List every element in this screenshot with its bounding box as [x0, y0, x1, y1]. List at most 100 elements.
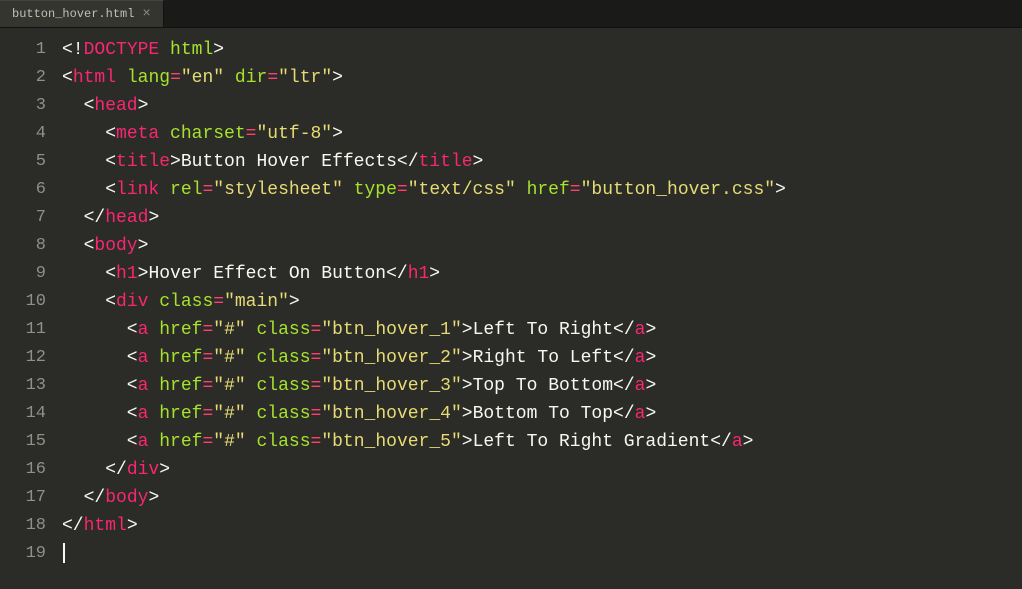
code-line[interactable]: </html> [62, 512, 1022, 540]
code-line[interactable]: </head> [62, 204, 1022, 232]
code-token: "ltr" [278, 68, 332, 88]
code-token: </ [62, 460, 127, 480]
code-token: = [202, 320, 213, 340]
line-number: 10 [0, 288, 56, 316]
code-token: < [62, 236, 94, 256]
code-line[interactable]: <a href="#" class="btn_hover_1">Left To … [62, 316, 1022, 344]
code-token: dir [235, 68, 267, 88]
code-token: a [635, 376, 646, 396]
code-token: "en" [181, 68, 224, 88]
code-token: href [159, 404, 202, 424]
code-token: class [159, 292, 213, 312]
code-token: </ [613, 348, 635, 368]
code-line[interactable] [62, 540, 1022, 568]
code-token: = [202, 348, 213, 368]
code-token [246, 320, 257, 340]
code-token [343, 180, 354, 200]
code-token: </ [62, 516, 84, 536]
code-token [148, 404, 159, 424]
code-token: rel [170, 180, 202, 200]
file-tab[interactable]: button_hover.html × [0, 0, 164, 27]
code-token: title [116, 152, 170, 172]
code-line[interactable]: </div> [62, 456, 1022, 484]
code-token: "btn_hover_2" [321, 348, 461, 368]
code-token: > [743, 432, 754, 452]
line-number: 4 [0, 120, 56, 148]
code-token: "text/css" [408, 180, 516, 200]
close-icon[interactable]: × [142, 7, 150, 21]
line-number: 17 [0, 484, 56, 512]
code-token: = [311, 348, 322, 368]
line-number: 11 [0, 316, 56, 344]
code-token: > [462, 376, 473, 396]
code-token: > [775, 180, 786, 200]
code-token [516, 180, 527, 200]
line-number: 14 [0, 400, 56, 428]
code-token: type [354, 180, 397, 200]
tab-filename: button_hover.html [12, 7, 134, 21]
code-token [148, 348, 159, 368]
code-token: Right To Left [473, 348, 613, 368]
code-token: > [473, 152, 484, 172]
code-token: < [62, 264, 116, 284]
code-token: = [311, 320, 322, 340]
code-line[interactable]: <a href="#" class="btn_hover_5">Left To … [62, 428, 1022, 456]
code-token: Hover Effect On Button [148, 264, 386, 284]
code-line[interactable]: <!DOCTYPE html> [62, 36, 1022, 64]
code-token: "main" [224, 292, 289, 312]
line-number: 5 [0, 148, 56, 176]
code-token: Left To Right [473, 320, 613, 340]
code-line[interactable]: <body> [62, 232, 1022, 260]
code-line[interactable]: <head> [62, 92, 1022, 120]
code-token: > [462, 404, 473, 424]
code-token: class [257, 432, 311, 452]
code-token: < [62, 124, 116, 144]
code-token: > [332, 124, 343, 144]
line-number: 8 [0, 232, 56, 260]
code-token: </ [613, 404, 635, 424]
code-token: > [138, 264, 149, 284]
editor-area[interactable]: 12345678910111213141516171819 <!DOCTYPE … [0, 28, 1022, 589]
code-token: > [159, 460, 170, 480]
code-token: head [105, 208, 148, 228]
code-line[interactable]: <link rel="stylesheet" type="text/css" h… [62, 176, 1022, 204]
code-token: < [62, 320, 138, 340]
line-number-gutter: 12345678910111213141516171819 [0, 28, 56, 589]
code-token: h1 [116, 264, 138, 284]
code-token: "btn_hover_1" [321, 320, 461, 340]
code-token: a [732, 432, 743, 452]
code-line[interactable]: <a href="#" class="btn_hover_4">Bottom T… [62, 400, 1022, 428]
code-token: < [62, 180, 116, 200]
code-line[interactable]: <a href="#" class="btn_hover_3">Top To B… [62, 372, 1022, 400]
code-token: "#" [213, 376, 245, 396]
code-token: </ [613, 376, 635, 396]
text-cursor [63, 543, 65, 563]
tab-bar: button_hover.html × [0, 0, 1022, 28]
code-token: a [635, 320, 646, 340]
code-token: body [105, 488, 148, 508]
code-content[interactable]: <!DOCTYPE html><html lang="en" dir="ltr"… [56, 28, 1022, 589]
editor-window: button_hover.html × 12345678910111213141… [0, 0, 1022, 589]
code-token: DOCTYPE [84, 40, 160, 60]
code-line[interactable]: </body> [62, 484, 1022, 512]
code-token: > [462, 348, 473, 368]
line-number: 3 [0, 92, 56, 120]
code-token: class [257, 376, 311, 396]
code-token: "btn_hover_5" [321, 432, 461, 452]
code-line[interactable]: <meta charset="utf-8"> [62, 120, 1022, 148]
code-line[interactable]: <title>Button Hover Effects</title> [62, 148, 1022, 176]
code-token: href [159, 348, 202, 368]
code-token: "#" [213, 432, 245, 452]
code-token: = [311, 432, 322, 452]
code-token: a [138, 376, 149, 396]
line-number: 12 [0, 344, 56, 372]
code-line[interactable]: <html lang="en" dir="ltr"> [62, 64, 1022, 92]
code-line[interactable]: <h1>Hover Effect On Button</h1> [62, 260, 1022, 288]
code-token: </ [386, 264, 408, 284]
code-token: "utf-8" [256, 124, 332, 144]
code-line[interactable]: <div class="main"> [62, 288, 1022, 316]
code-token: charset [170, 124, 246, 144]
line-number: 2 [0, 64, 56, 92]
code-token: </ [62, 208, 105, 228]
code-line[interactable]: <a href="#" class="btn_hover_2">Right To… [62, 344, 1022, 372]
